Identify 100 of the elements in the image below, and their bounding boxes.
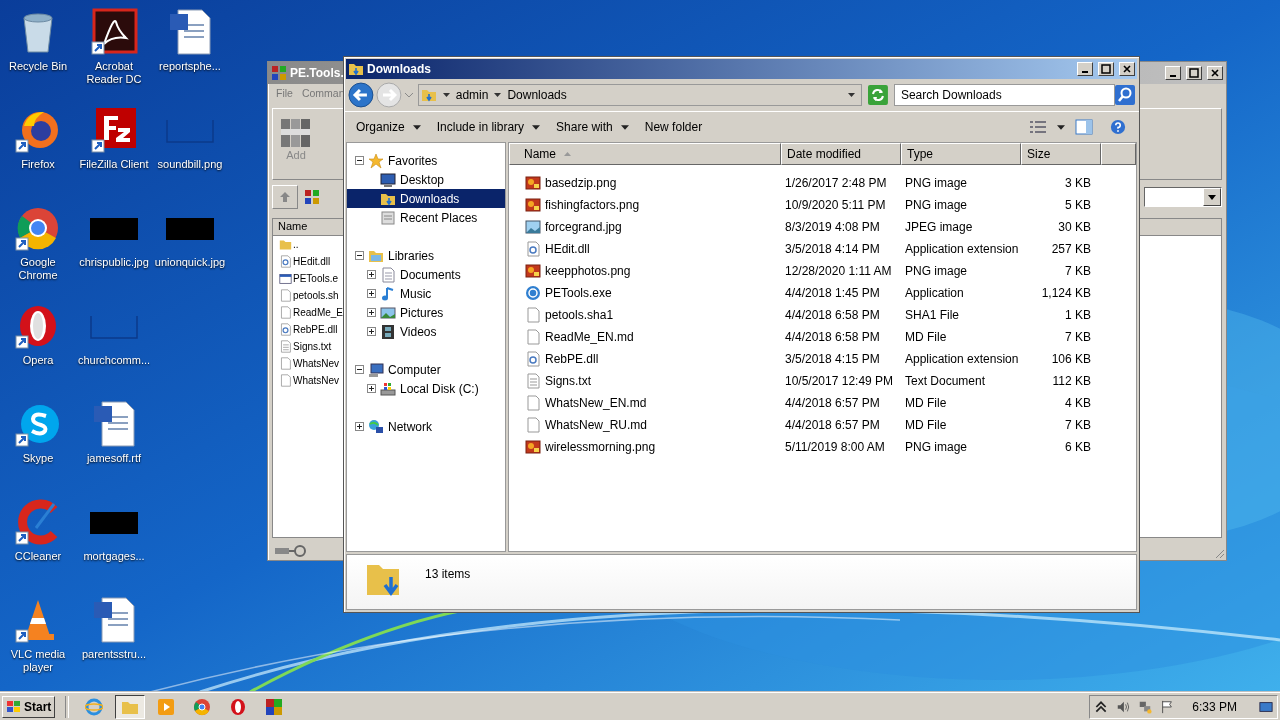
file-name[interactable]: petools.sh	[293, 290, 339, 301]
filezilla-icon[interactable]	[90, 106, 138, 154]
tree-label[interactable]: Music	[400, 286, 432, 301]
preview-pane-icon[interactable]	[1075, 119, 1093, 135]
desktop-icon-label[interactable]: VLC media player	[1, 648, 75, 674]
tree-label[interactable]: Pictures	[400, 305, 444, 320]
column-header[interactable]	[1101, 143, 1136, 165]
tree-label[interactable]: Videos	[400, 324, 437, 339]
expander-icon[interactable]	[367, 308, 376, 317]
column-header[interactable]: Name	[509, 143, 781, 165]
expander-icon[interactable]	[355, 422, 364, 431]
file-name[interactable]: ReadMe_EN.md	[545, 330, 634, 344]
file-name[interactable]: HEdit.dll	[293, 256, 331, 267]
caret-icon[interactable]	[1057, 124, 1065, 130]
network-icon[interactable]	[1138, 699, 1153, 714]
minimize-button[interactable]	[1165, 66, 1181, 80]
desktop-icon-label[interactable]: CCleaner	[14, 550, 62, 563]
file-name[interactable]: forcegrand.jpg	[545, 220, 622, 234]
desktop-icon-label[interactable]: parentsstru...	[81, 648, 147, 661]
close-button[interactable]	[1119, 62, 1135, 76]
desktop-icon-label[interactable]: FileZilla Client	[79, 158, 149, 171]
close-button[interactable]	[1207, 66, 1223, 80]
tree-item[interactable]: Favorites	[347, 151, 505, 170]
caret-icon[interactable]	[848, 93, 855, 97]
file-name[interactable]: RebPE.dll	[293, 324, 338, 335]
expander-icon[interactable]	[367, 270, 376, 279]
desktop-icon-label[interactable]: Opera	[22, 354, 54, 367]
file-name[interactable]: WhatsNev	[293, 375, 340, 386]
file-name[interactable]: petools.sha1	[545, 308, 614, 322]
maximize-button[interactable]	[1098, 62, 1114, 76]
flag-icon[interactable]	[1160, 699, 1175, 714]
command-button[interactable]: Share with	[550, 117, 635, 137]
view-list-icon[interactable]	[1029, 119, 1047, 135]
up-button[interactable]	[272, 185, 298, 209]
file-name[interactable]: WhatsNev	[293, 358, 340, 369]
column-header[interactable]: Date modified	[781, 143, 901, 165]
speaker-icon[interactable]	[1116, 699, 1131, 714]
desktop-icon-label[interactable]: Recycle Bin	[8, 60, 68, 73]
file-name[interactable]: HEdit.dll	[545, 242, 590, 256]
tree-item[interactable]: Local Disk (C:)	[347, 379, 505, 398]
desktop-icon-label[interactable]: soundbill.png	[157, 158, 223, 171]
maximize-button[interactable]	[1186, 66, 1202, 80]
expander-icon[interactable]	[355, 156, 364, 165]
breadcrumb-item[interactable]: admin	[455, 88, 489, 102]
acrobat-icon[interactable]	[90, 8, 138, 56]
command-button[interactable]: Include in library	[430, 117, 547, 137]
file-name[interactable]: WhatsNew_EN.md	[545, 396, 647, 410]
address-bar[interactable]: admin Downloads	[417, 84, 862, 106]
search-icon[interactable]	[1115, 85, 1135, 105]
expander-icon[interactable]	[367, 327, 376, 336]
desktop-icon-label[interactable]: Skype	[22, 452, 54, 465]
tree-label[interactable]: Network	[388, 419, 432, 434]
breadcrumb-item[interactable]: Downloads	[507, 88, 567, 102]
start-button[interactable]: Start	[2, 695, 56, 718]
tree-label[interactable]: Computer	[388, 362, 441, 377]
file-name[interactable]: keepphotos.png	[545, 264, 631, 278]
expander-icon[interactable]	[367, 384, 376, 393]
tree-label[interactable]: Favorites	[388, 153, 438, 168]
search-field[interactable]: Search Downloads	[893, 84, 1115, 106]
file-name[interactable]: PETools.e	[293, 273, 339, 284]
tree-item[interactable]: Libraries	[347, 246, 505, 265]
tree-item[interactable]: Computer	[347, 360, 505, 379]
file-name[interactable]: ReadMe_E	[293, 307, 344, 318]
tree-item[interactable]: Documents	[347, 265, 505, 284]
chevron-up-icon[interactable]	[1094, 699, 1109, 714]
desktop-icon-label[interactable]: chrispublic.jpg	[79, 256, 149, 269]
expander-icon[interactable]	[355, 365, 364, 374]
file-name[interactable]: Signs.txt	[545, 374, 592, 388]
file-name[interactable]: ..	[293, 239, 299, 250]
help-icon[interactable]	[1109, 119, 1127, 135]
file-name[interactable]: RebPE.dll	[545, 352, 599, 366]
tree-label[interactable]: Local Disk (C:)	[400, 381, 479, 396]
desktop-icon-label[interactable]: churchcomm...	[77, 354, 151, 367]
tree-label[interactable]: Downloads	[400, 191, 460, 206]
tree-item[interactable]: Downloads	[347, 189, 505, 208]
clock[interactable]: 6:33 PM	[1192, 699, 1237, 714]
desktop-icon-label[interactable]: mortgages...	[83, 550, 145, 563]
refresh-button[interactable]	[868, 85, 888, 105]
file-name[interactable]: wirelessmorning.png	[545, 440, 656, 454]
tree-label[interactable]: Documents	[400, 267, 461, 282]
taskbar-button[interactable]	[115, 694, 146, 719]
show-desktop-icon[interactable]	[1259, 699, 1273, 714]
tree-item[interactable]: Network	[347, 417, 505, 436]
tree-item[interactable]: Music	[347, 284, 505, 303]
path-dropdown[interactable]	[1144, 187, 1222, 207]
tree-item[interactable]: Desktop	[347, 170, 505, 189]
column-header[interactable]: Size	[1021, 143, 1101, 165]
expander-icon[interactable]	[355, 251, 364, 260]
tree-item[interactable]: Recent Places	[347, 208, 505, 227]
desktop-icon-label[interactable]: Google Chrome	[1, 256, 75, 282]
tree-label[interactable]: Recent Places	[400, 210, 478, 225]
column-header[interactable]: Type	[901, 143, 1021, 165]
tree-item[interactable]: Videos	[347, 322, 505, 341]
minimize-button[interactable]	[1077, 62, 1093, 76]
desktop-icon-label[interactable]: jamesoff.rtf	[86, 452, 142, 465]
command-button[interactable]: Organize	[350, 117, 427, 137]
tree-label[interactable]: Desktop	[400, 172, 445, 187]
caret-icon[interactable]	[442, 93, 450, 97]
tree-item[interactable]: Pictures	[347, 303, 505, 322]
tree-label[interactable]: Libraries	[388, 248, 435, 263]
